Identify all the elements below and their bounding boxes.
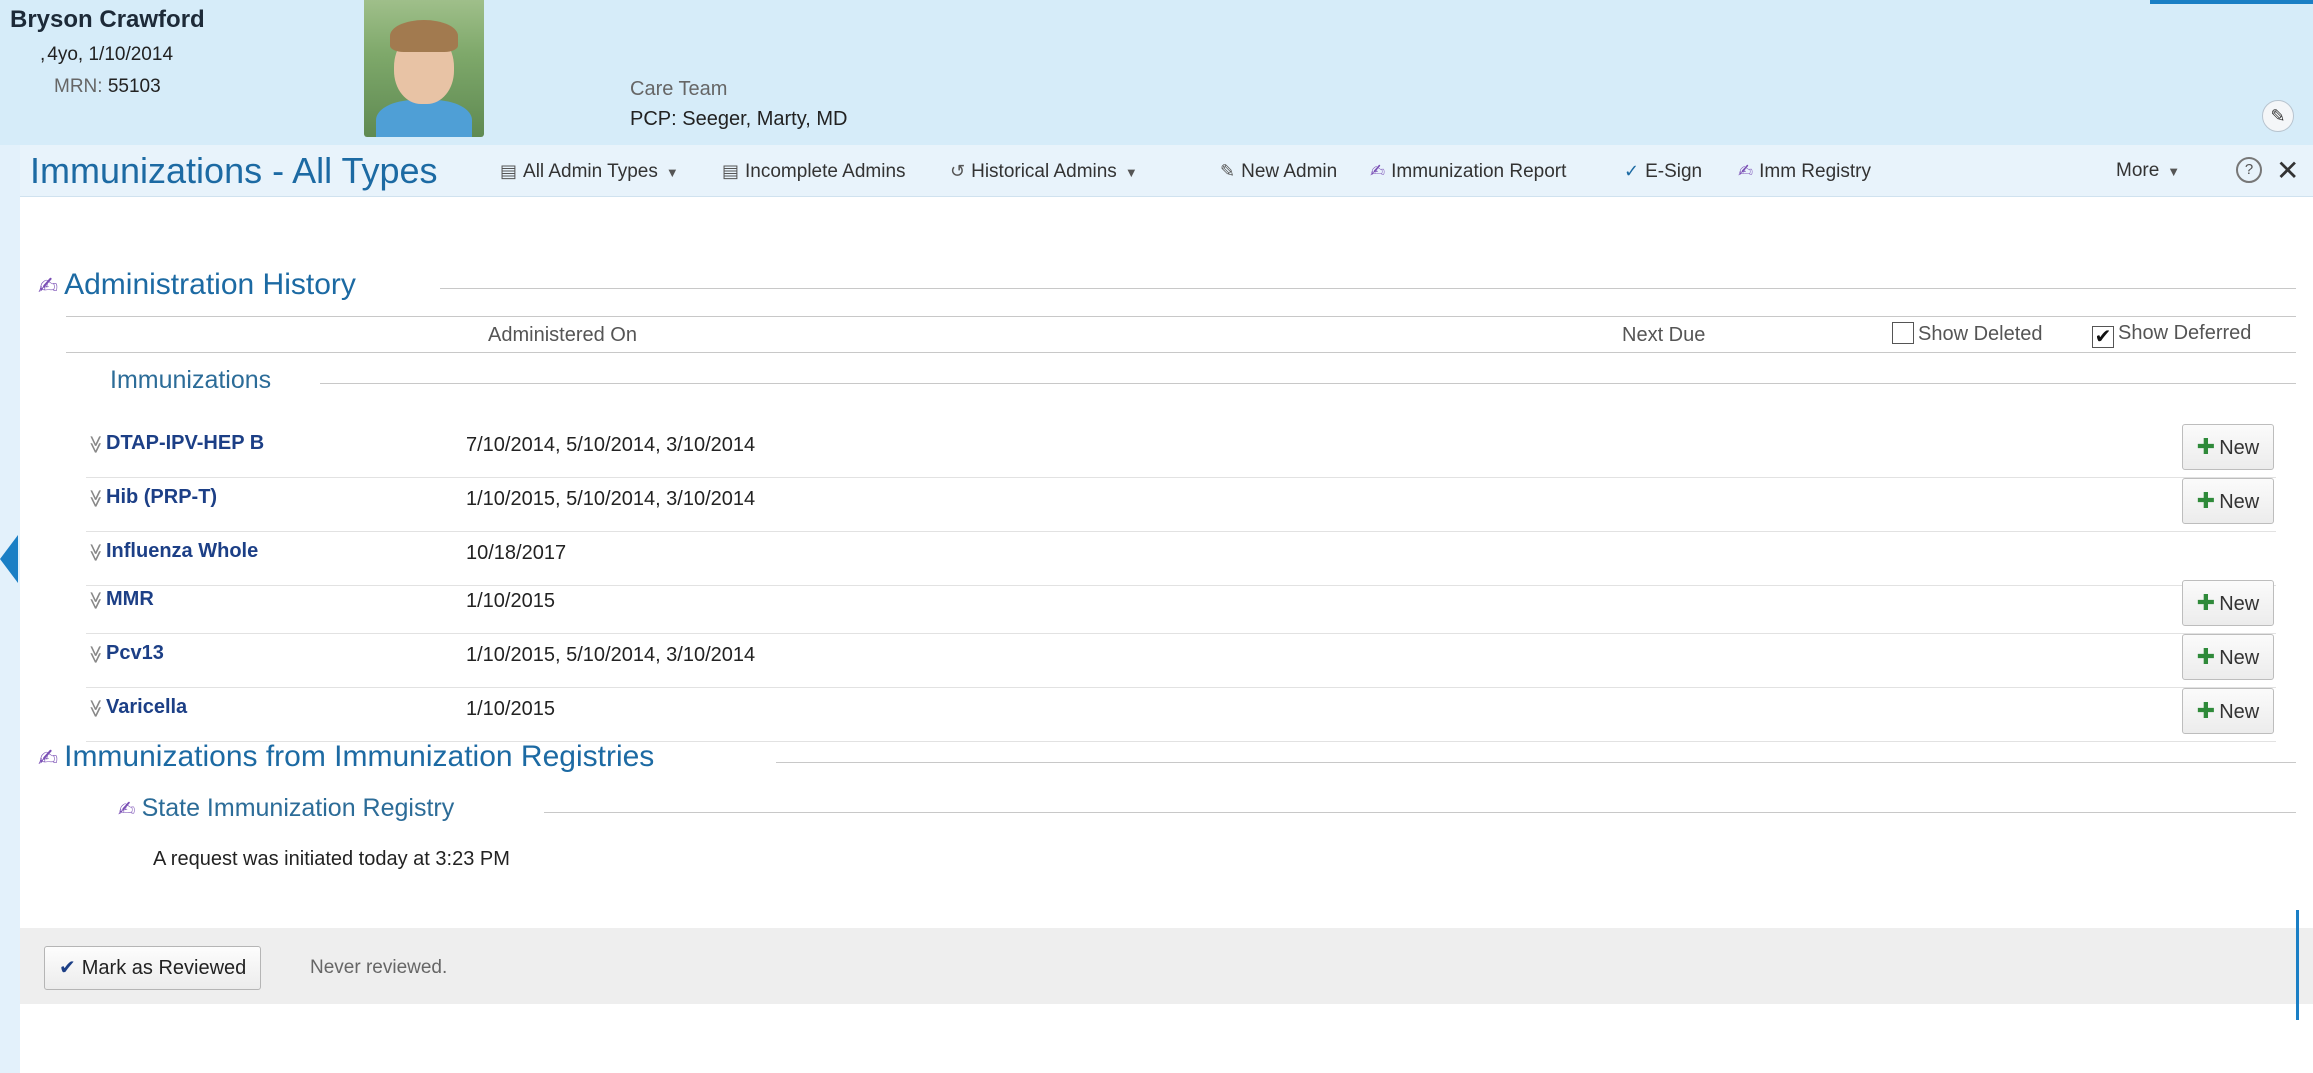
chevron-down-icon: ▼: [665, 165, 679, 180]
immunization-name[interactable]: Varicella: [106, 696, 187, 719]
plus-icon: ✚: [2196, 644, 2216, 669]
collapse-sidebar-icon[interactable]: [0, 535, 18, 583]
plus-icon: ✚: [2196, 434, 2216, 459]
new-admin-button[interactable]: ✎ New Admin: [1220, 145, 1337, 198]
checkmark-icon: ✔: [59, 957, 76, 979]
header-accent-bar: [2150, 0, 2313, 4]
registry-icon: ✍: [1738, 161, 1754, 181]
expand-chevron-icon[interactable]: ≫: [85, 435, 106, 454]
historical-admins-menu[interactable]: ↺ Historical Admins ▼: [950, 145, 1138, 199]
administered-dates: 10/18/2017: [466, 542, 567, 564]
toolbar: Immunizations - All Types ▤ All Admin Typ…: [20, 145, 2313, 197]
administered-dates: 7/10/2014, 5/10/2014, 3/10/2014: [466, 434, 756, 456]
col-next-due: Next Due: [1622, 324, 1706, 346]
right-accent-bar: [2296, 910, 2299, 1020]
immunization-row: ≫ MMR 1/10/2015 ✚ New: [86, 580, 2276, 634]
administered-dates: 1/10/2015, 5/10/2014, 3/10/2014: [466, 488, 756, 510]
expand-chevron-icon[interactable]: ≫: [85, 543, 106, 562]
section-divider: [776, 762, 2296, 763]
imm-registry-button[interactable]: ✍ Imm Registry: [1738, 145, 1871, 198]
patient-age: 4yo: [47, 44, 78, 65]
patient-demographics: , 4yo, 1/10/2014: [40, 44, 174, 65]
patient-header: Bryson Crawford , 4yo, 1/10/2014 MRN: 551…: [0, 0, 2313, 145]
patient-name: Bryson Crawford: [10, 6, 205, 33]
show-deleted-checkbox[interactable]: Show Deleted: [1892, 322, 2043, 346]
expand-chevron-icon[interactable]: ≫: [85, 699, 106, 718]
expand-chevron-icon[interactable]: ≫: [85, 645, 106, 664]
administered-dates: 1/10/2015: [466, 698, 555, 720]
document-icon: ▤: [722, 161, 740, 181]
new-admin-row-button[interactable]: ✚ New: [2182, 634, 2274, 680]
expand-chevron-icon[interactable]: ≫: [85, 591, 106, 610]
header-divider: [66, 316, 2296, 317]
mark-as-reviewed-button[interactable]: ✔ Mark as Reviewed: [44, 946, 262, 990]
report-icon: ✍: [1370, 161, 1386, 181]
edit-list-icon: ✍: [38, 745, 59, 772]
immunization-row: ≫ Hib (PRP-T) 1/10/2015, 5/10/2014, 3/10/2…: [86, 478, 2276, 532]
esign-button[interactable]: ✓ E-Sign: [1624, 145, 1702, 198]
all-admin-types-menu[interactable]: ▤ All Admin Types ▼: [500, 145, 679, 199]
checkmark-icon: ✔: [2092, 326, 2114, 348]
close-icon[interactable]: ✕: [2276, 145, 2299, 197]
immunizations-group-title: Immunizations: [110, 366, 272, 394]
page-title: Immunizations - All Types: [30, 150, 438, 191]
immunization-report-button[interactable]: ✍ Immunization Report: [1370, 145, 1566, 198]
esign-icon: ✓: [1624, 161, 1640, 181]
care-team-label: Care Team: [630, 78, 728, 100]
pcp-name[interactable]: PCP: Seeger, Marty, MD: [630, 108, 847, 131]
administration-history-title: ✍ Administration History: [38, 268, 356, 301]
state-registry-title: ✍ State Immunization Registry: [118, 794, 455, 822]
patient-mrn: MRN: 55103: [54, 76, 161, 97]
document-icon: ▤: [500, 161, 518, 181]
edit-list-icon: ✍: [118, 798, 136, 821]
left-rail: [0, 145, 20, 1073]
subsection-divider: [544, 812, 2296, 813]
section-divider: [440, 288, 2296, 289]
group-divider: [320, 383, 2296, 384]
immunization-name[interactable]: Influenza Whole: [106, 540, 258, 563]
incomplete-admins-button[interactable]: ▤ Incomplete Admins: [722, 145, 906, 198]
edit-list-icon: ✍: [38, 273, 59, 300]
new-admin-row-button[interactable]: ✚ New: [2182, 688, 2274, 734]
review-status: Never reviewed.: [310, 957, 448, 978]
plus-icon: ✚: [2196, 698, 2216, 723]
checkbox-box: [1892, 322, 1914, 344]
new-admin-row-button[interactable]: ✚ New: [2182, 580, 2274, 626]
expand-chevron-icon[interactable]: ≫: [85, 489, 106, 508]
col-administered-on: Administered On: [488, 324, 637, 346]
help-icon[interactable]: ?: [2236, 157, 2262, 183]
plus-icon: ✚: [2196, 590, 2216, 615]
show-deferred-checkbox[interactable]: ✔ Show Deferred: [2092, 322, 2251, 348]
immunization-name[interactable]: Hib (PRP-T): [106, 486, 217, 509]
plus-icon: ✚: [2196, 488, 2216, 513]
immunization-row: ≫ Pcv13 1/10/2015, 5/10/2014, 3/10/2014 ✚ Ne…: [86, 634, 2276, 688]
mrn-value: 55103: [107, 76, 161, 97]
immunization-name[interactable]: Pcv13: [106, 642, 164, 665]
immunization-row: ≫ Varicella 1/10/2015 ✚ New: [86, 688, 2276, 742]
more-menu[interactable]: More ▼: [2116, 145, 2180, 198]
patient-dob: 1/10/2014: [88, 44, 174, 65]
immunization-name[interactable]: MMR: [106, 588, 154, 611]
patient-photo: [364, 0, 484, 137]
immunization-row: ≫ Influenza Whole 10/18/2017: [86, 532, 2276, 586]
syringe-icon: ✎: [1220, 161, 1236, 181]
administered-dates: 1/10/2015: [466, 590, 555, 612]
registries-title: ✍ Immunizations from Immunization Registr…: [38, 740, 655, 773]
registry-request-status: A request was initiated today at 3:23 PM: [153, 848, 510, 870]
new-admin-row-button[interactable]: ✚ New: [2182, 478, 2274, 524]
immunization-name[interactable]: DTAP-IPV-HEP B: [106, 432, 264, 455]
new-admin-row-button[interactable]: ✚ New: [2182, 424, 2274, 470]
chevron-down-icon: ▼: [1124, 165, 1138, 180]
administered-dates: 1/10/2015, 5/10/2014, 3/10/2014: [466, 644, 756, 666]
review-bar: ✔ Mark as Reviewed Never reviewed.: [20, 928, 2313, 1004]
header-divider: [66, 352, 2296, 353]
edit-pencil-icon[interactable]: ✎: [2262, 100, 2294, 132]
immunization-row: ≫ DTAP-IPV-HEP B 7/10/2014, 5/10/2014, 3/1…: [86, 424, 2276, 478]
history-icon: ↺: [950, 161, 966, 181]
chevron-down-icon: ▼: [2167, 164, 2181, 179]
